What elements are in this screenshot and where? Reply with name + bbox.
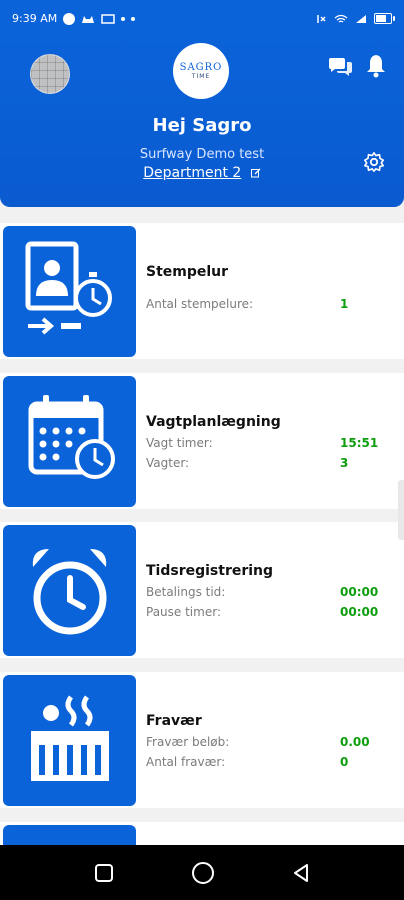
row-label: Pause timer:	[146, 605, 221, 619]
row-label: Vagt timer:	[146, 436, 213, 450]
alarm-clock-icon	[3, 525, 136, 656]
signal-icon	[356, 14, 366, 23]
row-value: 00:00	[340, 585, 379, 599]
system-navigation-bar	[0, 845, 404, 900]
department-link[interactable]: Department 2	[0, 165, 404, 181]
row-label: Antal stempelure:	[146, 297, 254, 311]
row-value: 3	[340, 456, 349, 470]
dashboard-header: SAGRO TIME Hej Sagro Surfway Demo test D…	[0, 37, 404, 207]
heat-absence-icon	[3, 675, 136, 806]
logo-sub: TIME	[191, 73, 211, 80]
battery-icon	[374, 13, 395, 24]
company-name: Surfway Demo test	[139, 147, 265, 162]
edit-icon[interactable]	[250, 168, 261, 178]
sagro-logo: SAGRO TIME	[173, 43, 229, 99]
row-value: 0	[340, 755, 349, 769]
wifi-icon	[334, 14, 348, 23]
row-label: Vagter:	[146, 456, 190, 470]
card-title: Fravær	[146, 713, 202, 729]
status-bar: 9:39 AM	[0, 0, 404, 37]
gear-icon[interactable]	[363, 151, 385, 173]
row-label: Fravær beløb:	[146, 735, 230, 749]
card-fravaer[interactable]: Fravær Fravær beløb: 0.00 Antal fravær: …	[0, 672, 404, 808]
card-stempelur[interactable]: Stempelur Antal stempelure: 1	[0, 223, 404, 359]
notification-icon	[63, 12, 76, 25]
card-title: Tidsregistrering	[146, 563, 274, 579]
status-time: 9:39 AM	[12, 12, 58, 25]
row-value: 15:51	[340, 436, 379, 450]
mute-icon	[317, 14, 326, 23]
bell-icon[interactable]	[365, 53, 387, 79]
row-value: 1	[340, 297, 349, 311]
card-vagtplanlaegning[interactable]: Vagtplanlægning Vagt timer: 15:51 Vagter…	[0, 373, 404, 509]
card-title: Vagtplanlægning	[146, 414, 281, 430]
logo-name: SAGRO	[179, 62, 223, 73]
row-value: 00:00	[340, 605, 379, 619]
cat-icon	[82, 15, 95, 23]
cast-icon	[101, 13, 115, 24]
back-button[interactable]	[289, 861, 313, 885]
card-tidsregistrering[interactable]: Tidsregistrering Betalings tid: 00:00 Pa…	[0, 522, 404, 658]
row-label: Betalings tid:	[146, 585, 226, 599]
edge-handle[interactable]	[398, 480, 404, 540]
more-icon-2	[131, 16, 136, 21]
card-title: Stempelur	[146, 264, 229, 280]
home-button[interactable]	[192, 862, 214, 884]
calendar-clock-icon	[3, 376, 136, 507]
avatar[interactable]	[30, 54, 70, 94]
chat-icon[interactable]	[327, 57, 353, 79]
department-label[interactable]: Department 2	[143, 165, 241, 181]
greeting-text: Hej Sagro	[152, 115, 252, 136]
recents-button[interactable]	[95, 864, 113, 882]
more-icon	[121, 16, 126, 21]
person-clock-icon	[3, 226, 136, 357]
row-value: 0.00	[340, 735, 370, 749]
row-label: Antal fravær:	[146, 755, 226, 769]
